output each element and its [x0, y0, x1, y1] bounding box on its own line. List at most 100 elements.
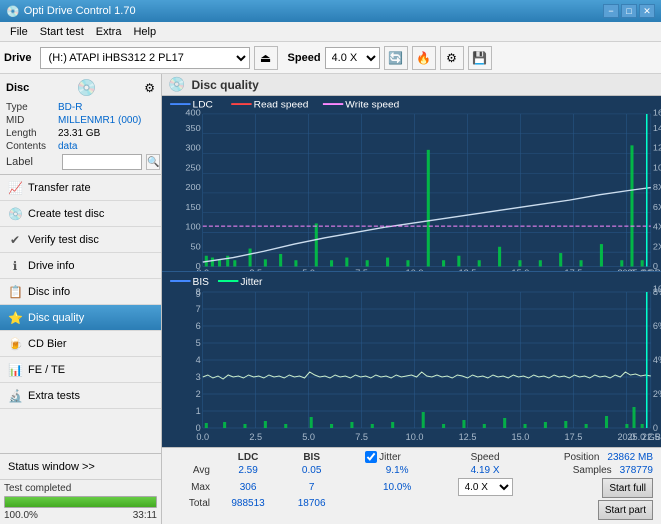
stats-table: LDC BIS Jitter Speed — [166, 450, 537, 522]
burn-button[interactable]: 🔥 — [412, 46, 436, 70]
menu-file[interactable]: File — [4, 24, 34, 40]
svg-text:7.5: 7.5 — [355, 432, 368, 442]
svg-text:14X: 14X — [653, 124, 661, 133]
stats-speed-select-cell: 4.0 X — [433, 477, 537, 497]
stats-speed-select[interactable]: 4.0 X — [458, 478, 513, 496]
drive-select[interactable]: (H:) ATAPI iHBS312 2 PL17 — [40, 47, 250, 69]
col-header-ldc: LDC — [214, 450, 282, 464]
menu-extra[interactable]: Extra — [90, 24, 128, 40]
length-value: 23.31 GB — [58, 128, 155, 139]
svg-text:4X: 4X — [653, 222, 661, 231]
stats-right-panel: Position 23862 MB Samples 378779 Start f… — [537, 450, 657, 522]
total-bis: 18706 — [282, 497, 341, 510]
sidebar-item-verify-test-disc[interactable]: ✔ Verify test disc — [0, 227, 161, 253]
progress-pct: 100.0% — [4, 510, 38, 521]
max-row-label: Max — [166, 477, 214, 497]
max-ldc: 306 — [214, 477, 282, 497]
verify-test-disc-label: Verify test disc — [28, 234, 99, 246]
completed-text: Test completed — [4, 483, 71, 494]
svg-text:12.5: 12.5 — [459, 432, 477, 442]
cd-bier-icon: 🍺 — [8, 337, 22, 351]
status-window-label: Status window >> — [8, 461, 95, 473]
menu-bar: File Start test Extra Help — [0, 22, 661, 42]
sidebar-item-create-test-disc[interactable]: 💿 Create test disc — [0, 201, 161, 227]
close-button[interactable]: ✕ — [639, 4, 655, 18]
menu-start-test[interactable]: Start test — [34, 24, 90, 40]
minimize-button[interactable]: − — [603, 4, 619, 18]
start-part-button[interactable]: Start part — [598, 500, 653, 520]
svg-text:10X: 10X — [653, 163, 661, 172]
svg-text:7: 7 — [196, 304, 201, 314]
svg-text:10.0: 10.0 — [406, 268, 424, 271]
samples-value: 378779 — [620, 465, 653, 476]
svg-text:100: 100 — [185, 222, 200, 231]
verify-test-disc-icon: ✔ — [8, 233, 22, 247]
cd-bier-label: CD Bier — [28, 338, 67, 350]
contents-label: Contents — [6, 141, 58, 152]
settings-button[interactable]: ⚙ — [440, 46, 464, 70]
svg-text:2%: 2% — [653, 389, 661, 399]
drive-label: Drive — [4, 52, 32, 64]
stats-area: LDC BIS Jitter Speed — [162, 447, 661, 524]
bottom-chart-svg: BIS Jitter — [162, 272, 661, 447]
jitter-checkbox-row: Jitter — [365, 451, 429, 463]
speed-select[interactable]: 4.0 X — [325, 47, 380, 69]
svg-text:7.5: 7.5 — [355, 268, 368, 271]
avg-speed: 4.19 X — [433, 464, 537, 477]
avg-jitter: 9.1% — [361, 464, 433, 477]
svg-text:150: 150 — [185, 202, 200, 211]
progress-fill — [5, 497, 156, 507]
label-input[interactable] — [62, 154, 142, 170]
menu-help[interactable]: Help — [127, 24, 162, 40]
refresh-button[interactable]: 🔄 — [384, 46, 408, 70]
app-icon: 💿 — [6, 5, 20, 18]
mid-value: MILLENMR1 (000) — [58, 115, 155, 126]
label-label: Label — [6, 156, 58, 168]
svg-text:350: 350 — [185, 124, 200, 133]
svg-text:4%: 4% — [653, 355, 661, 365]
svg-text:3: 3 — [196, 372, 201, 382]
svg-text:17.5: 17.5 — [565, 432, 583, 442]
status-window-button[interactable]: Status window >> — [0, 454, 161, 480]
save-button[interactable]: 💾 — [468, 46, 492, 70]
sidebar-item-cd-bier[interactable]: 🍺 CD Bier — [0, 331, 161, 357]
svg-text:6%: 6% — [653, 321, 661, 331]
avg-bis: 0.05 — [282, 464, 341, 477]
eject-button[interactable]: ⏏ — [254, 46, 278, 70]
sidebar-item-drive-info[interactable]: ℹ Drive info — [0, 253, 161, 279]
svg-text:6X: 6X — [653, 202, 661, 211]
svg-text:Jitter: Jitter — [240, 277, 263, 288]
contents-value: data — [58, 141, 155, 152]
sidebar-item-extra-tests[interactable]: 🔬 Extra tests — [0, 383, 161, 409]
title-bar: 💿 Opti Drive Control 1.70 − □ ✕ — [0, 0, 661, 22]
samples-row: Samples 378779 — [573, 465, 653, 476]
title-bar-controls: − □ ✕ — [603, 4, 655, 18]
svg-text:50: 50 — [191, 242, 201, 251]
type-label: Type — [6, 102, 58, 113]
sidebar-item-fe-te[interactable]: 📊 FE / TE — [0, 357, 161, 383]
jitter-checkbox[interactable] — [365, 451, 377, 463]
svg-text:0.0: 0.0 — [196, 432, 209, 442]
speed-stat-label: Speed — [471, 452, 500, 463]
extra-tests-label: Extra tests — [28, 390, 80, 402]
label-browse-button[interactable]: 🔍 — [146, 154, 160, 170]
sidebar-item-transfer-rate[interactable]: 📈 Transfer rate — [0, 175, 161, 201]
charts-container: LDC Read speed Write speed — [162, 96, 661, 447]
drive-info-icon: ℹ — [8, 259, 22, 273]
maximize-button[interactable]: □ — [621, 4, 637, 18]
sidebar-item-disc-quality[interactable]: ⭐ Disc quality — [0, 305, 161, 331]
svg-text:12X: 12X — [653, 143, 661, 152]
disc-settings-icon[interactable]: ⚙ — [144, 81, 155, 95]
create-test-disc-icon: 💿 — [8, 207, 22, 221]
svg-text:9: 9 — [196, 289, 201, 299]
drive-info-label: Drive info — [28, 260, 74, 272]
svg-text:Read speed: Read speed — [254, 100, 309, 110]
svg-text:250: 250 — [185, 163, 200, 172]
type-value: BD-R — [58, 102, 155, 113]
top-chart-area: LDC Read speed Write speed — [162, 96, 661, 272]
sidebar-item-disc-info[interactable]: 📋 Disc info — [0, 279, 161, 305]
disc-quality-icon: ⭐ — [8, 311, 22, 325]
svg-text:8X: 8X — [653, 183, 661, 192]
start-full-button[interactable]: Start full — [602, 478, 653, 498]
svg-text:15.0: 15.0 — [512, 268, 530, 271]
